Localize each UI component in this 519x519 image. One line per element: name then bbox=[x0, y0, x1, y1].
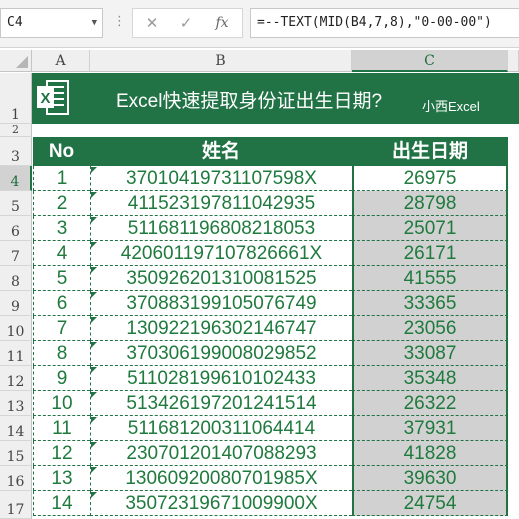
title-banner[interactable]: X Excel快速提取身份证出生日期? 小西Excel bbox=[32, 73, 519, 124]
cell-birthdate[interactable]: 41828 bbox=[352, 441, 508, 466]
number-as-text-indicator-icon bbox=[91, 317, 97, 323]
cell-no[interactable]: 1 bbox=[33, 166, 90, 191]
cell-birthdate[interactable]: 24754 bbox=[352, 491, 508, 516]
select-all-corner[interactable] bbox=[0, 50, 32, 72]
row-header-10[interactable]: 10 bbox=[0, 316, 32, 341]
cell-id-number[interactable]: 13060920080701985X bbox=[90, 466, 352, 491]
cancel-icon[interactable]: ✕ bbox=[137, 9, 167, 37]
cell-no[interactable]: 3 bbox=[33, 216, 90, 241]
row-header-1[interactable]: 1 bbox=[0, 73, 32, 124]
cell-id-number[interactable]: 513426197201241514 bbox=[90, 391, 352, 416]
column-header-d[interactable] bbox=[508, 50, 519, 72]
insert-function-icon[interactable]: fx bbox=[207, 9, 237, 37]
cell-no[interactable]: 5 bbox=[33, 266, 90, 291]
row-header-12[interactable]: 12 bbox=[0, 366, 32, 391]
cell-birthdate[interactable]: 33365 bbox=[352, 291, 508, 316]
cell-no[interactable]: 14 bbox=[33, 491, 90, 516]
number-as-text-indicator-icon bbox=[91, 392, 97, 398]
cell-birthdate[interactable]: 26322 bbox=[352, 391, 508, 416]
number-as-text-indicator-icon bbox=[91, 192, 97, 198]
number-as-text-indicator-icon bbox=[91, 267, 97, 273]
cell-birthdate[interactable]: 23056 bbox=[352, 316, 508, 341]
row-header-2[interactable]: 2 bbox=[0, 123, 32, 137]
row-header-3[interactable]: 3 bbox=[0, 137, 32, 166]
number-as-text-indicator-icon bbox=[91, 492, 97, 498]
column-header-c[interactable]: C bbox=[352, 50, 508, 72]
svg-text:X: X bbox=[40, 90, 50, 107]
number-as-text-indicator-icon bbox=[91, 467, 97, 473]
header-name[interactable]: 姓名 bbox=[90, 137, 352, 166]
cell-no[interactable]: 10 bbox=[33, 391, 90, 416]
banner-subtitle: 小西Excel bbox=[422, 99, 480, 114]
row-header-15[interactable]: 15 bbox=[0, 441, 32, 466]
formula-bar: C4 ▼ ⋮ ✕ ✓ fx =--TEXT(MID(B4,7,8),"0-00-… bbox=[0, 0, 519, 48]
row-header-16[interactable]: 16 bbox=[0, 466, 32, 491]
header-no[interactable]: No bbox=[33, 137, 90, 166]
cell-no[interactable]: 4 bbox=[33, 241, 90, 266]
cell-birthdate[interactable]: 28798 bbox=[352, 191, 508, 216]
number-as-text-indicator-icon bbox=[91, 417, 97, 423]
cell-id-number[interactable]: 350926201310081525 bbox=[90, 266, 352, 291]
cell-birthdate[interactable]: 33087 bbox=[352, 341, 508, 366]
banner-title: Excel快速提取身份证出生日期? bbox=[116, 91, 383, 112]
formula-input[interactable]: =--TEXT(MID(B4,7,8),"0-00-00") bbox=[250, 8, 519, 38]
cell-no[interactable]: 9 bbox=[33, 366, 90, 391]
cell-birthdate[interactable]: 37931 bbox=[352, 416, 508, 441]
number-as-text-indicator-icon bbox=[91, 367, 97, 373]
row-header-13[interactable]: 13 bbox=[0, 391, 32, 416]
row-header-6[interactable]: 6 bbox=[0, 216, 32, 241]
cell-no[interactable]: 13 bbox=[33, 466, 90, 491]
number-as-text-indicator-icon bbox=[91, 167, 97, 173]
row-header-9[interactable]: 9 bbox=[0, 291, 32, 316]
column-header-b[interactable]: B bbox=[90, 50, 352, 72]
number-as-text-indicator-icon bbox=[91, 342, 97, 348]
cell-id-number[interactable]: 370306199008029852 bbox=[90, 341, 352, 366]
cell-birthdate[interactable]: 26975 bbox=[352, 166, 508, 191]
cell-id-number[interactable]: 420601197107826661X bbox=[90, 241, 352, 266]
column-header-a[interactable]: A bbox=[32, 50, 90, 72]
chevron-down-icon[interactable]: ▼ bbox=[92, 9, 97, 37]
cell-birthdate[interactable]: 39630 bbox=[352, 466, 508, 491]
number-as-text-indicator-icon bbox=[91, 292, 97, 298]
cell-id-number[interactable]: 370883199105076749 bbox=[90, 291, 352, 316]
cell-id-number[interactable]: 511681196808218053 bbox=[90, 216, 352, 241]
row-header-8[interactable]: 8 bbox=[0, 266, 32, 291]
cell-no[interactable]: 11 bbox=[33, 416, 90, 441]
cell-id-number[interactable]: 35072319671009900X bbox=[90, 491, 352, 516]
number-as-text-indicator-icon bbox=[91, 217, 97, 223]
row-header-17[interactable]: 17 bbox=[0, 491, 32, 519]
name-box[interactable]: C4 ▼ bbox=[0, 8, 103, 38]
row-header-14[interactable]: 14 bbox=[0, 416, 32, 441]
row-header-7[interactable]: 7 bbox=[0, 241, 32, 266]
cell-id-number[interactable]: 37010419731107598X bbox=[90, 166, 352, 191]
more-options-icon[interactable]: ⋮ bbox=[113, 14, 126, 29]
cell-no[interactable]: 2 bbox=[33, 191, 90, 216]
cell-no[interactable]: 7 bbox=[33, 316, 90, 341]
number-as-text-indicator-icon bbox=[91, 242, 97, 248]
enter-icon[interactable]: ✓ bbox=[171, 9, 201, 37]
cell-no[interactable]: 12 bbox=[33, 441, 90, 466]
cell-id-number[interactable]: 511681200311064414 bbox=[90, 416, 352, 441]
number-as-text-indicator-icon bbox=[91, 442, 97, 448]
cell-id-number[interactable]: 411523197811042935 bbox=[90, 191, 352, 216]
row-header-5[interactable]: 5 bbox=[0, 191, 32, 216]
excel-logo-icon: X bbox=[37, 80, 69, 115]
row-header-4[interactable]: 4 bbox=[0, 166, 32, 191]
cell-id-number[interactable]: 511028199610102433 bbox=[90, 366, 352, 391]
cell-birthdate[interactable]: 35348 bbox=[352, 366, 508, 391]
cell-no[interactable]: 8 bbox=[33, 341, 90, 366]
cell-id-number[interactable]: 230701201407088293 bbox=[90, 441, 352, 466]
header-birthdate[interactable]: 出生日期 bbox=[352, 137, 508, 166]
row-header-11[interactable]: 11 bbox=[0, 341, 32, 366]
row-2-cells[interactable] bbox=[32, 124, 519, 136]
cell-birthdate[interactable]: 26171 bbox=[352, 241, 508, 266]
cell-id-number[interactable]: 130922196302146747 bbox=[90, 316, 352, 341]
formula-buttons: ✕ ✓ fx bbox=[132, 8, 243, 38]
cell-birthdate[interactable]: 25071 bbox=[352, 216, 508, 241]
name-box-value: C4 bbox=[7, 15, 23, 30]
cell-birthdate[interactable]: 41555 bbox=[352, 266, 508, 291]
cell-no[interactable]: 6 bbox=[33, 291, 90, 316]
column-d-cells[interactable] bbox=[508, 137, 519, 519]
